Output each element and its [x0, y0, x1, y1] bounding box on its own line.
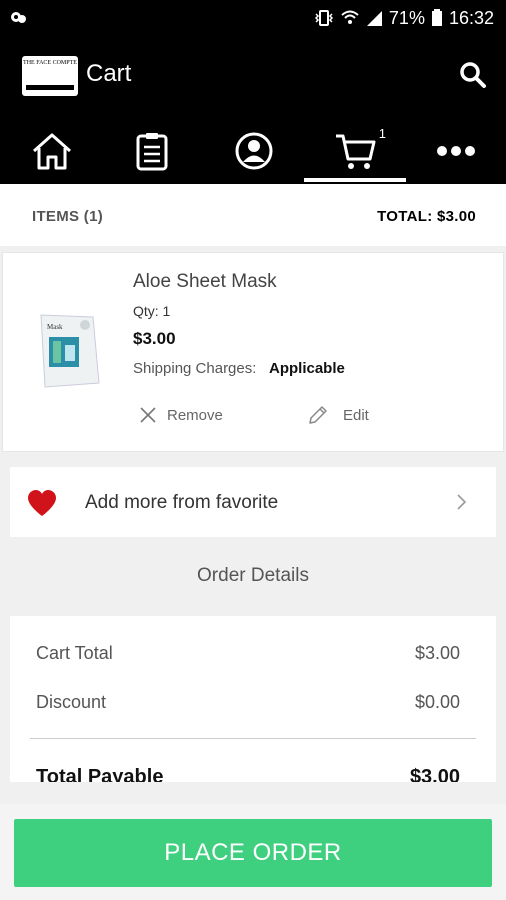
close-icon — [140, 407, 156, 423]
total-payable-row: Total Payable $3.00 — [36, 766, 470, 782]
product-quantity: Qty: 1 — [133, 303, 171, 319]
edit-button[interactable]: Edit — [307, 403, 369, 427]
status-bar: 71% 16:32 — [0, 0, 506, 36]
tab-orders[interactable] — [122, 126, 182, 176]
signal-icon — [366, 11, 382, 26]
wifi-icon — [341, 10, 359, 24]
order-details-heading: Order Details — [197, 565, 309, 586]
tab-more[interactable] — [426, 126, 486, 176]
checkout-footer: PLACE ORDER — [0, 804, 506, 900]
brand-logo[interactable]: THE FACE COMPTE — [22, 56, 78, 96]
discount-row: Discount $0.00 — [36, 692, 470, 713]
remove-button[interactable]: Remove — [139, 403, 223, 427]
shipping-label: Shipping Charges: — [133, 360, 257, 377]
cart-badge: 1 — [378, 126, 386, 141]
cart-summary-bar: ITEMS (1) TOTAL: $3.00 — [0, 184, 506, 246]
tab-bar: 1 — [0, 116, 506, 184]
notification-icon — [11, 12, 26, 23]
active-tab-indicator — [304, 178, 406, 182]
shipping-value: Applicable — [269, 360, 345, 377]
account-icon — [235, 132, 273, 170]
order-divider — [30, 738, 476, 739]
tab-account[interactable] — [224, 126, 284, 176]
cart-icon — [336, 134, 376, 169]
clipboard-icon — [136, 133, 168, 171]
battery-icon — [431, 9, 442, 26]
more-icon — [437, 146, 475, 156]
app-bar: THE FACE COMPTE Cart — [0, 36, 506, 116]
pencil-icon — [309, 406, 327, 424]
clock: 16:32 — [448, 7, 494, 28]
add-from-favorite-row[interactable]: Add more from favorite — [10, 467, 496, 537]
logo-text: THE FACE COMPTE — [23, 60, 77, 66]
chevron-right-icon — [457, 494, 467, 510]
cart-total: TOTAL: $3.00 — [377, 208, 476, 225]
cart-total-row: Cart Total $3.00 — [36, 643, 470, 664]
total-payable-label: Total Payable — [36, 766, 164, 782]
svg-text:Mask: Mask — [47, 323, 63, 331]
cart-total-value: $3.00 — [414, 643, 460, 663]
place-order-button[interactable]: PLACE ORDER — [14, 819, 492, 887]
heart-icon — [28, 490, 56, 516]
cart-total-label: Cart Total — [36, 643, 113, 663]
discount-value: $0.00 — [414, 692, 460, 712]
add-from-favorite-label: Add more from favorite — [85, 492, 279, 513]
discount-label: Discount — [36, 692, 107, 712]
search-icon[interactable] — [458, 60, 488, 90]
tab-home[interactable] — [22, 126, 82, 176]
order-details-card: Cart Total $3.00 Discount $0.00 Total Pa… — [10, 616, 496, 782]
page-title: Cart — [86, 60, 132, 87]
logo-bar — [26, 85, 74, 90]
vibrate-icon — [314, 10, 333, 26]
home-icon — [33, 133, 71, 170]
product-name[interactable]: Aloe Sheet Mask — [133, 271, 277, 293]
tab-cart[interactable]: 1 — [326, 126, 386, 176]
items-count: ITEMS (1) — [32, 208, 104, 225]
edit-label: Edit — [343, 406, 369, 424]
cart-item-card: Mask Aloe Sheet Mask Qty: 1 $3.00 Shippi… — [2, 252, 504, 452]
product-price: $3.00 — [133, 329, 176, 348]
product-image[interactable]: Mask — [35, 311, 105, 391]
remove-label: Remove — [167, 406, 223, 424]
total-payable-value: $3.00 — [409, 766, 460, 782]
battery-percent: 71% — [388, 7, 425, 28]
